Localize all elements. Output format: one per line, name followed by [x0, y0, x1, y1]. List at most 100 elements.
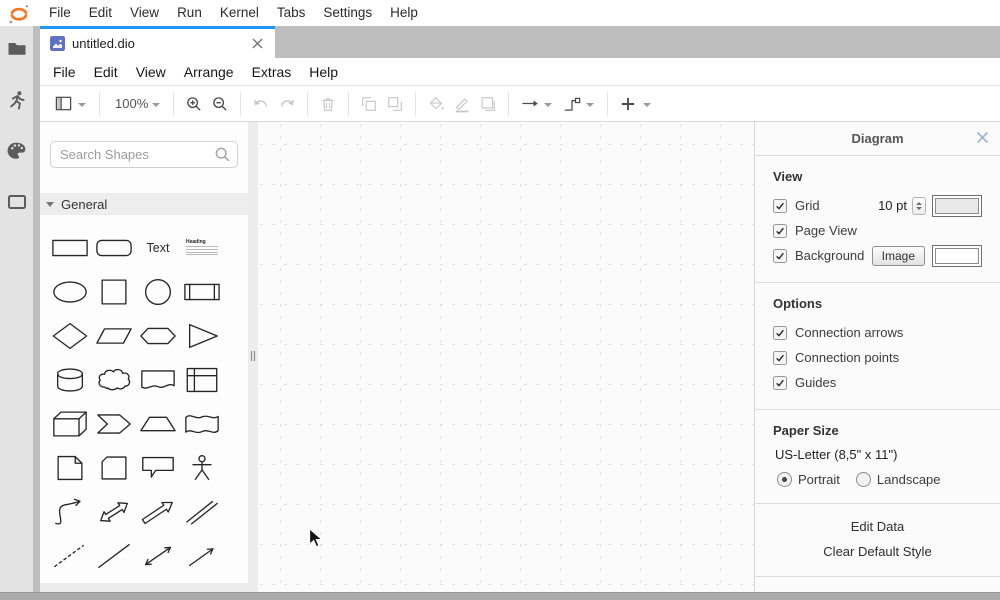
shape-circle[interactable] [137, 272, 179, 312]
dio-menu-arrange[interactable]: Arrange [175, 59, 243, 85]
tab-untitled-dio[interactable]: untitled.dio [40, 26, 275, 58]
jl-menu-help[interactable]: Help [381, 0, 427, 26]
grid-size-value[interactable]: 10 pt [878, 198, 907, 213]
jl-menu-run[interactable]: Run [168, 0, 211, 26]
portrait-radio[interactable] [777, 472, 792, 487]
zoom-level-caret-icon[interactable] [152, 103, 160, 107]
jl-menu-tabs[interactable]: Tabs [268, 0, 315, 26]
shape-rectangle[interactable] [49, 228, 91, 268]
shape-curve[interactable] [49, 492, 91, 532]
shape-callout[interactable] [137, 448, 179, 488]
background-checkbox[interactable] [773, 249, 787, 263]
jl-tabbar: untitled.dio [40, 26, 1000, 58]
shape-card[interactable] [93, 448, 135, 488]
tab-close-icon[interactable] [249, 36, 265, 52]
shape-square[interactable] [93, 272, 135, 312]
shape-directional-connector[interactable] [181, 536, 223, 576]
connection-style-caret-icon[interactable] [544, 103, 552, 107]
format-panel-close-icon[interactable] [976, 131, 989, 144]
landscape-radio[interactable] [856, 472, 871, 487]
page-view-checkbox[interactable] [773, 224, 787, 238]
running-sessions-icon[interactable] [6, 89, 28, 111]
shape-step[interactable] [93, 404, 135, 444]
shape-arrow[interactable] [137, 492, 179, 532]
insert-button[interactable] [615, 91, 641, 117]
waypoint-style-caret-icon[interactable] [586, 103, 594, 107]
jl-menu-kernel[interactable]: Kernel [211, 0, 268, 26]
open-tabs-icon[interactable] [6, 191, 28, 213]
jl-menu-edit[interactable]: Edit [80, 0, 121, 26]
shape-rounded-rectangle[interactable] [93, 228, 135, 268]
background-color-swatch[interactable] [932, 245, 982, 267]
shape-link[interactable] [181, 492, 223, 532]
shape-document[interactable] [137, 360, 179, 400]
edit-data-link[interactable]: Edit Data [755, 514, 1000, 539]
command-palette-icon[interactable] [6, 140, 28, 162]
connection-points-checkbox[interactable] [773, 351, 787, 365]
connection-style-button[interactable] [516, 91, 542, 117]
panel-collapse-handle-icon[interactable] [250, 350, 256, 362]
shape-process[interactable] [181, 272, 223, 312]
guides-checkbox[interactable] [773, 376, 787, 390]
fill-color-button[interactable] [423, 91, 449, 117]
shape-parallelogram[interactable] [93, 316, 135, 356]
shape-cube[interactable] [49, 404, 91, 444]
jl-menu-view[interactable]: View [121, 0, 168, 26]
grid-size-stepper[interactable] [912, 197, 926, 215]
to-back-button[interactable] [382, 91, 408, 117]
shape-bidirectional-connector[interactable] [137, 536, 179, 576]
diagram-canvas[interactable] [258, 122, 754, 593]
dio-menu-view[interactable]: View [127, 59, 175, 85]
shape-text[interactable]: Text [137, 228, 179, 268]
shape-actor[interactable] [181, 448, 223, 488]
shape-cloud[interactable] [93, 360, 135, 400]
line-color-button[interactable] [449, 91, 475, 117]
search-icon [214, 146, 231, 163]
paper-size-select[interactable]: US-Letter (8,5" x 11") [775, 447, 982, 462]
undo-button[interactable] [248, 91, 274, 117]
shape-triangle[interactable] [181, 316, 223, 356]
dio-menu-help[interactable]: Help [300, 59, 347, 85]
view-panels-caret-icon[interactable] [78, 103, 86, 107]
dio-menu-edit[interactable]: Edit [85, 59, 127, 85]
connection-arrows-checkbox[interactable] [773, 326, 787, 340]
shape-textbox[interactable]: Heading [181, 228, 223, 268]
search-shapes-input[interactable] [50, 141, 238, 168]
dio-menu-file[interactable]: File [44, 59, 85, 85]
heading-shape-glyph: Heading [186, 239, 218, 255]
file-browser-icon[interactable] [6, 38, 28, 60]
panel-resize-gutter[interactable] [248, 122, 258, 593]
jl-menu-file[interactable]: File [40, 0, 80, 26]
grid-checkbox[interactable] [773, 199, 787, 213]
zoom-level-dropdown[interactable]: 100% [107, 91, 150, 117]
portrait-label: Portrait [798, 472, 840, 487]
jl-menu-settings[interactable]: Settings [314, 0, 381, 26]
shapes-section-general[interactable]: General [40, 193, 248, 215]
text-shape-label: Text [147, 241, 170, 255]
shape-dashed-line[interactable] [49, 536, 91, 576]
shadow-button[interactable] [475, 91, 501, 117]
to-front-button[interactable] [356, 91, 382, 117]
waypoint-style-button[interactable] [558, 91, 584, 117]
shape-cylinder[interactable] [49, 360, 91, 400]
shape-trapezoid[interactable] [137, 404, 179, 444]
zoom-in-button[interactable] [181, 91, 207, 117]
grid-color-swatch[interactable] [932, 195, 982, 217]
shape-hexagon[interactable] [137, 316, 179, 356]
shape-diamond[interactable] [49, 316, 91, 356]
dio-menu-extras[interactable]: Extras [243, 59, 301, 85]
shape-internal-storage[interactable] [181, 360, 223, 400]
insert-caret-icon[interactable] [643, 103, 651, 107]
shape-ellipse[interactable] [49, 272, 91, 312]
redo-button[interactable] [274, 91, 300, 117]
shape-bidirectional-arrow[interactable] [93, 492, 135, 532]
shape-line[interactable] [93, 536, 135, 576]
background-image-button[interactable]: Image [872, 246, 925, 266]
delete-button[interactable] [315, 91, 341, 117]
section-label: General [61, 197, 107, 212]
view-panels-button[interactable] [50, 91, 76, 117]
shape-note[interactable] [49, 448, 91, 488]
shape-tape[interactable] [181, 404, 223, 444]
clear-default-style-link[interactable]: Clear Default Style [755, 539, 1000, 564]
zoom-out-button[interactable] [207, 91, 233, 117]
